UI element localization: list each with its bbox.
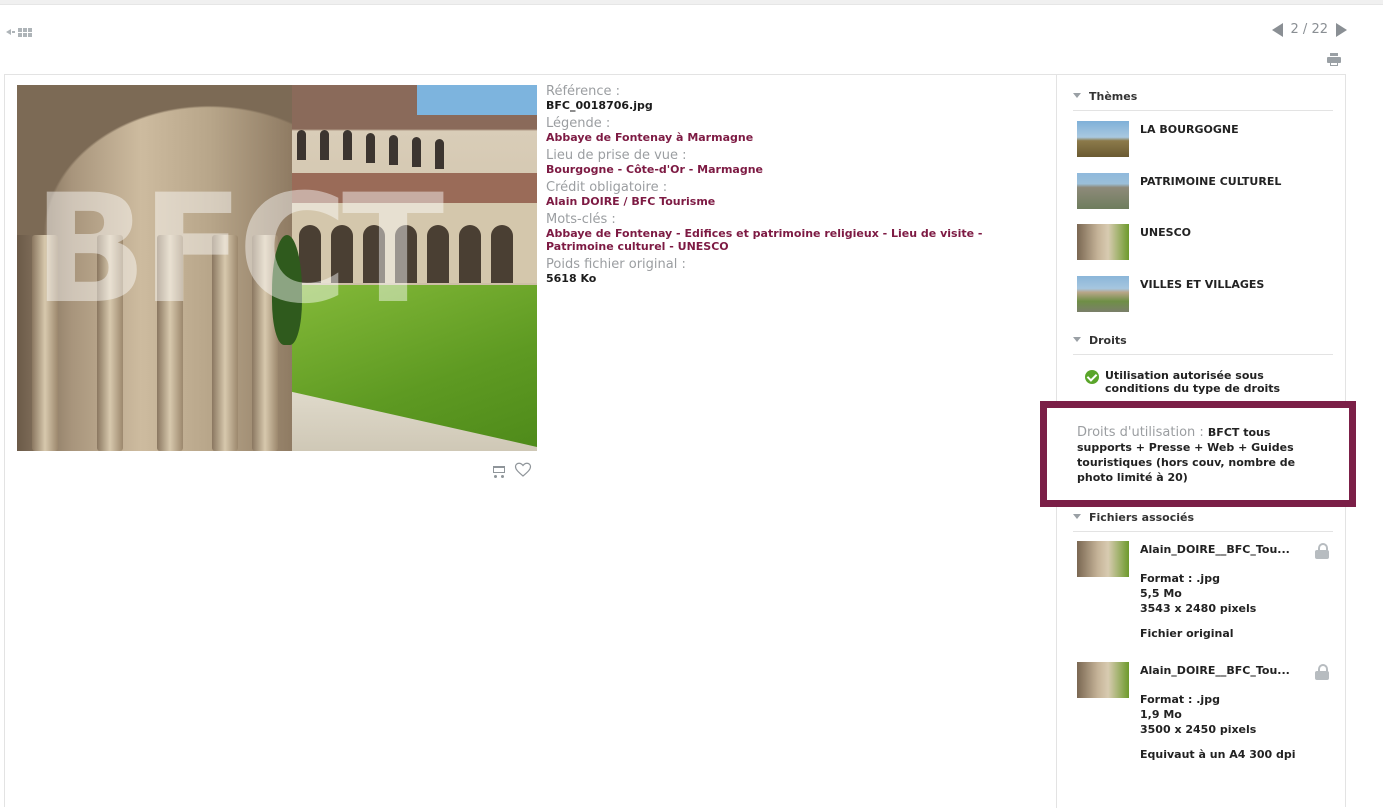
watermark: BFCT xyxy=(33,163,444,337)
theme-thumbnail xyxy=(1077,276,1129,312)
print-icon[interactable] xyxy=(1327,53,1341,66)
rights-status: Utilisation autorisée sous conditions du… xyxy=(1085,369,1325,395)
top-bar xyxy=(0,0,1383,5)
theme-item-la-bourgogne[interactable]: LA BOURGOGNE xyxy=(1077,121,1337,161)
credit-value: Alain DOIRE / BFC Tourisme xyxy=(546,195,716,208)
next-arrow-icon[interactable] xyxy=(1336,22,1347,37)
theme-item-villes-et-villages[interactable]: VILLES ET VILLAGES xyxy=(1077,276,1337,316)
file-note: Fichier original xyxy=(1140,627,1234,640)
keywords-label: Mots-clés : xyxy=(546,212,616,227)
lieu-value: Bourgogne - Côte-d'Or - Marmagne xyxy=(546,163,764,176)
caret-down-icon xyxy=(1073,337,1081,342)
lock-icon xyxy=(1315,543,1329,559)
caret-down-icon xyxy=(1073,93,1081,98)
page-counter: 2 / 22 xyxy=(1290,22,1328,37)
grid-icon xyxy=(18,27,32,37)
file-weight-value: 5618 Ko xyxy=(546,272,597,285)
theme-name: VILLES ET VILLAGES xyxy=(1140,278,1265,291)
file-note: Equivaut à un A4 300 dpi xyxy=(1140,748,1296,761)
reference-label: Référence : xyxy=(546,84,620,99)
theme-name: LA BOURGOGNE xyxy=(1140,123,1239,136)
usage-rights-label: Droits d'utilisation : xyxy=(1077,425,1208,440)
file-info: Format : .jpg 1,9 Mo 3500 x 2450 pixels xyxy=(1140,692,1256,737)
theme-item-unesco[interactable]: UNESCO xyxy=(1077,224,1337,264)
file-name-link[interactable]: Alain_DOIRE__BFC_Tou... xyxy=(1140,543,1290,556)
theme-thumbnail xyxy=(1077,173,1129,209)
file-thumbnail[interactable] xyxy=(1077,662,1129,698)
keywords-value: Abbaye de Fontenay - Edifices et patrimo… xyxy=(546,227,983,253)
file-info: Format : .jpg 5,5 Mo 3543 x 2480 pixels xyxy=(1140,571,1256,616)
file-dimensions: 3543 x 2480 pixels xyxy=(1140,602,1257,615)
file-format: Format : .jpg xyxy=(1140,572,1220,585)
theme-name: UNESCO xyxy=(1140,226,1191,239)
usage-rights-highlight: Droits d'utilisation : BFCT tous support… xyxy=(1040,401,1356,507)
theme-thumbnail xyxy=(1077,224,1129,260)
credit-label: Crédit obligatoire : xyxy=(546,180,668,195)
droits-section-header[interactable]: Droits xyxy=(1073,334,1333,355)
associated-file-item: Alain_DOIRE__BFC_Tou... Format : .jpg 5,… xyxy=(1077,541,1337,651)
reference-value: BFC_0018706.jpg xyxy=(546,99,653,112)
file-name-link[interactable]: Alain_DOIRE__BFC_Tou... xyxy=(1140,664,1290,677)
lock-icon xyxy=(1315,664,1329,680)
heart-icon[interactable] xyxy=(514,461,532,479)
cart-icon[interactable] xyxy=(492,464,506,478)
theme-item-patrimoine-culturel[interactable]: PATRIMOINE CULTUREL xyxy=(1077,173,1337,213)
theme-name: PATRIMOINE CULTUREL xyxy=(1140,175,1282,188)
caret-down-icon xyxy=(1073,514,1081,519)
check-circle-icon xyxy=(1085,370,1099,384)
file-size: 5,5 Mo xyxy=(1140,587,1182,600)
main-photo[interactable]: BFCT xyxy=(17,85,537,451)
metadata-panel: Référence : BFC_0018706.jpg Légende : Ab… xyxy=(546,85,1031,290)
file-dimensions: 3500 x 2450 pixels xyxy=(1140,723,1257,736)
files-section-header[interactable]: Fichiers associés xyxy=(1073,511,1333,532)
back-to-grid-icon[interactable] xyxy=(6,24,34,40)
file-size: 1,9 Mo xyxy=(1140,708,1182,721)
pager: 2 / 22 xyxy=(1271,22,1347,37)
associated-file-item: Alain_DOIRE__BFC_Tou... Format : .jpg 1,… xyxy=(1077,662,1337,772)
usage-rights-text: Droits d'utilisation : BFCT tous support… xyxy=(1077,425,1317,485)
theme-thumbnail xyxy=(1077,121,1129,157)
legende-value: Abbaye de Fontenay à Marmagne xyxy=(546,131,754,144)
file-weight-label: Poids fichier original : xyxy=(546,257,686,272)
lieu-label: Lieu de prise de vue : xyxy=(546,148,687,163)
file-thumbnail[interactable] xyxy=(1077,541,1129,577)
prev-arrow-icon[interactable] xyxy=(1271,22,1283,37)
back-arrow-icon xyxy=(6,29,11,35)
file-format: Format : .jpg xyxy=(1140,693,1220,706)
themes-section-header[interactable]: Thèmes xyxy=(1073,90,1333,111)
legende-label: Légende : xyxy=(546,116,611,131)
